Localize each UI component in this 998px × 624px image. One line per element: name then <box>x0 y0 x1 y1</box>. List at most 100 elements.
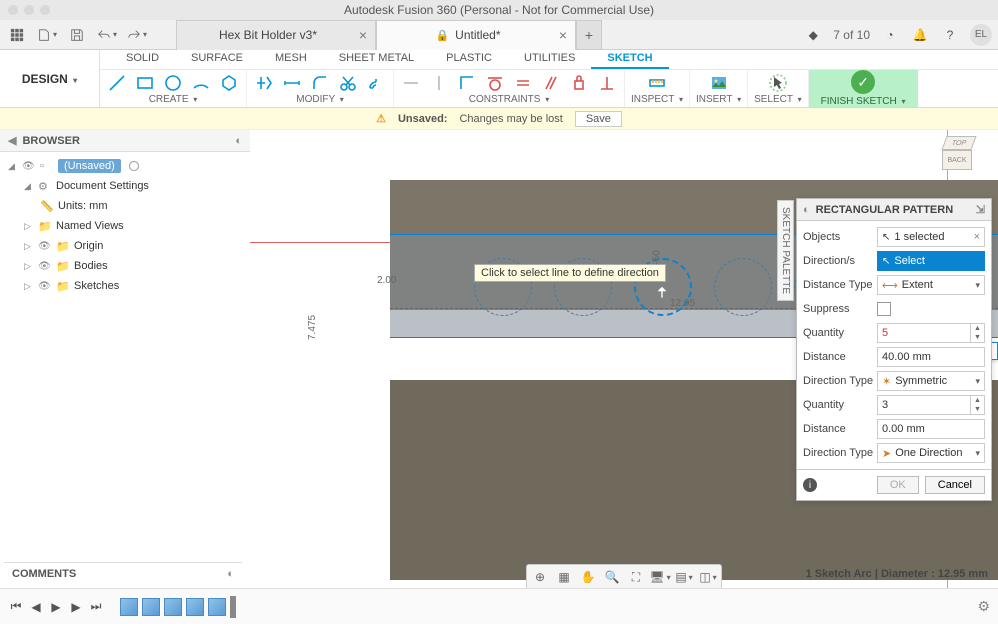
window-maximize[interactable] <box>40 5 50 15</box>
timeline-feature[interactable] <box>164 598 182 616</box>
zoom-icon[interactable]: 🔍 <box>601 567 623 587</box>
doc-tab-1[interactable]: Hex Bit Holder v3* × <box>176 20 376 50</box>
direction-arrow-icon[interactable] <box>655 285 669 299</box>
dimension-label[interactable]: 12.95 <box>670 298 695 309</box>
visibility-icon[interactable]: 👁 <box>22 161 36 172</box>
timeline-feature[interactable] <box>142 598 160 616</box>
tree-row[interactable]: ▷ 👁 📁 Bodies <box>0 256 250 276</box>
settings-icon[interactable]: ◐ <box>803 204 810 216</box>
info-icon[interactable]: i <box>803 478 817 492</box>
timeline-forward-icon[interactable]: ▶ <box>68 599 84 615</box>
timeline-marker[interactable] <box>230 596 236 618</box>
ribbon-tab-mesh[interactable]: MESH <box>259 50 323 69</box>
tree-row[interactable]: ◢ ⚙ Document Settings <box>0 176 250 196</box>
expand-icon[interactable]: ▷ <box>24 281 34 292</box>
cancel-button[interactable]: Cancel <box>925 476 985 494</box>
display-settings-icon[interactable]: 🖥▾ <box>649 567 671 587</box>
window-close[interactable] <box>8 5 18 15</box>
workspace-switcher[interactable]: DESIGN ▾ <box>0 50 100 107</box>
objects-selector[interactable]: ↖1 selected× <box>877 227 985 247</box>
visibility-icon[interactable]: 👁 <box>38 281 52 292</box>
tree-row[interactable]: ▷ 👁 📁 Sketches <box>0 276 250 296</box>
look-at-icon[interactable]: ▦ <box>553 567 575 587</box>
undo-icon[interactable]: ▾ <box>96 24 118 46</box>
close-icon[interactable]: × <box>359 27 367 43</box>
distance-input[interactable]: 40.00 mm <box>877 347 985 367</box>
spin-down[interactable]: ▼ <box>971 333 984 342</box>
timeline-end-icon[interactable]: ⏭ <box>88 599 104 615</box>
window-minimize[interactable] <box>24 5 34 15</box>
group-label[interactable]: SELECT ▾ <box>754 94 802 105</box>
spin-up[interactable]: ▲ <box>971 396 984 405</box>
group-label[interactable]: INSPECT ▾ <box>631 94 683 105</box>
panel-header[interactable]: ◐ RECTANGULAR PATTERN ⇲ <box>797 199 991 221</box>
fit-icon[interactable]: ⛶ <box>625 567 647 587</box>
file-menu-icon[interactable]: ▾ <box>36 24 58 46</box>
ribbon-tab-sheetmetal[interactable]: SHEET METAL <box>323 50 430 69</box>
timeline-play-icon[interactable]: ▶ <box>48 599 64 615</box>
ribbon-tab-utilities[interactable]: UTILITIES <box>508 50 591 69</box>
timeline-start-icon[interactable]: ⏮ <box>8 599 24 615</box>
grid-settings-icon[interactable]: ▤▾ <box>673 567 695 587</box>
tree-row[interactable]: 📏 Units: mm <box>0 196 250 216</box>
timeline-feature[interactable] <box>186 598 204 616</box>
sketch-palette-tab[interactable]: SKETCH PALETTE <box>777 200 794 301</box>
ok-button[interactable]: OK <box>877 476 919 494</box>
visibility-icon[interactable]: 👁 <box>38 261 52 272</box>
user-avatar[interactable]: EL <box>970 24 992 46</box>
group-label[interactable]: INSERT ▾ <box>696 94 741 105</box>
pattern-instance[interactable] <box>714 258 772 316</box>
visibility-icon[interactable]: 👁 <box>38 241 52 252</box>
arc-tool-icon[interactable] <box>190 72 212 94</box>
spin-up[interactable]: ▲ <box>971 324 984 333</box>
fillet-tool-icon[interactable] <box>309 72 331 94</box>
direction-type-dropdown[interactable]: ➤One Direction▾ <box>877 443 985 463</box>
gear-icon[interactable]: ⚙ <box>977 598 990 615</box>
dimension-label[interactable]: 7.475 <box>307 315 318 340</box>
group-label[interactable]: MODIFY ▾ <box>296 94 344 105</box>
timeline-feature[interactable] <box>208 598 226 616</box>
quantity-input[interactable]: 3▲▼ <box>877 395 985 415</box>
clear-icon[interactable]: × <box>974 231 980 243</box>
spin-down[interactable]: ▼ <box>971 405 984 414</box>
expand-icon[interactable]: ◢ <box>8 161 18 172</box>
window-controls[interactable] <box>8 5 50 15</box>
mirror-tool-icon[interactable] <box>253 72 275 94</box>
timeline-back-icon[interactable]: ◀ <box>28 599 44 615</box>
timeline-feature[interactable] <box>120 598 138 616</box>
insert-image-icon[interactable] <box>708 72 730 94</box>
help-icon[interactable]: ? <box>940 24 960 46</box>
suppress-checkbox[interactable] <box>877 302 891 316</box>
quantity-input[interactable]: 5▲▼ <box>877 323 985 343</box>
ribbon-tab-surface[interactable]: SURFACE <box>175 50 259 69</box>
distance-input[interactable]: 0.00 mm <box>877 419 985 439</box>
direction-selector[interactable]: ↖Select <box>877 251 985 271</box>
orbit-icon[interactable]: ⊕ <box>529 567 551 587</box>
collapse-icon[interactable]: ◀ <box>8 134 16 147</box>
data-panel-icon[interactable] <box>6 24 28 46</box>
measure-tool-icon[interactable] <box>646 72 668 94</box>
doc-tab-2[interactable]: 🔒 Untitled* × <box>376 20 576 50</box>
pin-icon[interactable]: ⇲ <box>976 203 985 216</box>
activate-radio[interactable] <box>129 161 139 171</box>
tangent-constraint-icon[interactable] <box>484 72 506 94</box>
offset-tool-icon[interactable] <box>365 72 387 94</box>
job-status-icon[interactable]: ◔ <box>880 24 900 46</box>
pan-icon[interactable]: ✋ <box>577 567 599 587</box>
tree-row[interactable]: ▷ 👁 📁 Origin <box>0 236 250 256</box>
select-tool-icon[interactable] <box>767 72 789 94</box>
circle-tool-icon[interactable] <box>162 72 184 94</box>
rectangle-tool-icon[interactable] <box>134 72 156 94</box>
save-icon[interactable] <box>66 24 88 46</box>
close-icon[interactable]: × <box>559 27 567 43</box>
canvas[interactable]: Click to select line to define direction… <box>250 130 998 588</box>
redo-icon[interactable]: ▾ <box>126 24 148 46</box>
comments-header[interactable]: COMMENTS ◐ <box>4 562 242 584</box>
new-tab-button[interactable]: + <box>576 20 602 50</box>
finish-sketch-button[interactable]: ✓ FINISH SKETCH ▾ <box>809 70 918 107</box>
dimension-label[interactable]: -50 <box>652 250 663 264</box>
line-tool-icon[interactable] <box>106 72 128 94</box>
horizontal-constraint-icon[interactable] <box>400 72 422 94</box>
vertical-constraint-icon[interactable] <box>428 72 450 94</box>
distance-type-dropdown[interactable]: ⟷Extent▾ <box>877 275 985 295</box>
